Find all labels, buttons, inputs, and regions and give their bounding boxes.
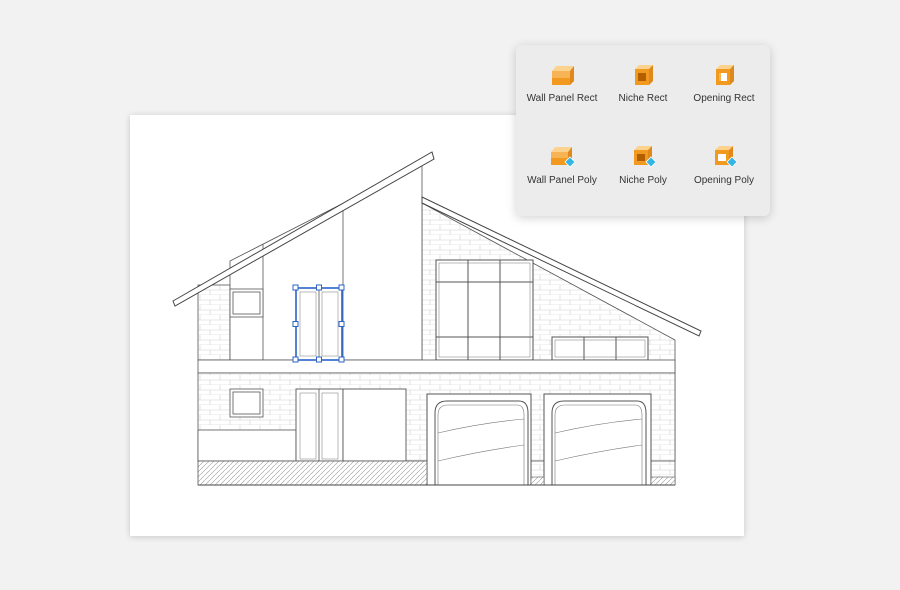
niche-poly-button[interactable]: Niche Poly: [601, 145, 685, 187]
foundation: [197, 460, 428, 486]
opening-poly-button[interactable]: Opening Poly: [682, 145, 766, 187]
tool-label: Wall Panel Rect: [526, 93, 598, 104]
selection-handle[interactable]: [292, 356, 299, 363]
upper-left-window: [229, 288, 264, 318]
tool-label: Niche Rect: [618, 93, 668, 104]
opening-rect-icon: [716, 65, 734, 85]
tool-label: Wall Panel Poly: [527, 175, 597, 186]
lower-left-window: [229, 388, 264, 418]
selection-handle[interactable]: [316, 356, 322, 363]
niche-poly-icon: [634, 146, 657, 168]
tool-label: Opening Rect: [693, 93, 755, 104]
right-window-strip: [551, 336, 649, 361]
large-window-grid: [435, 259, 534, 361]
tool-palette: Wall Panel Rect Niche Rect Opening Rect: [516, 45, 770, 216]
selected-window[interactable]: [292, 284, 345, 363]
selection-handle[interactable]: [338, 356, 345, 363]
wall-panel-rect-button[interactable]: Wall Panel Rect: [520, 63, 604, 105]
entrance-door: [295, 388, 344, 462]
garage-door-right: [543, 393, 652, 486]
foundation-end: [650, 476, 676, 486]
left-low-wall: [197, 429, 297, 462]
tool-label: Opening Poly: [693, 175, 755, 186]
tool-label: Niche Poly: [619, 175, 667, 186]
selection-handle[interactable]: [292, 284, 299, 291]
wall-panel-poly-icon: [551, 147, 576, 168]
opening-rect-button[interactable]: Opening Rect: [682, 63, 766, 105]
niche-rect-icon: [635, 65, 653, 85]
selection-handle[interactable]: [316, 284, 322, 291]
entrance-side-panel: [342, 388, 407, 462]
selection-handle[interactable]: [338, 284, 345, 291]
wall-panel-poly-button[interactable]: Wall Panel Poly: [520, 145, 604, 187]
wall-panel-rect-icon: [552, 66, 574, 85]
floor-band: [197, 359, 676, 374]
niche-rect-button[interactable]: Niche Rect: [601, 63, 685, 105]
garage-door-left: [426, 393, 532, 486]
selection-handle[interactable]: [338, 321, 345, 327]
selection-handle[interactable]: [292, 321, 299, 327]
opening-poly-icon: [715, 146, 738, 168]
left-upper-wall: [197, 284, 231, 361]
foundation-right: [530, 476, 545, 486]
